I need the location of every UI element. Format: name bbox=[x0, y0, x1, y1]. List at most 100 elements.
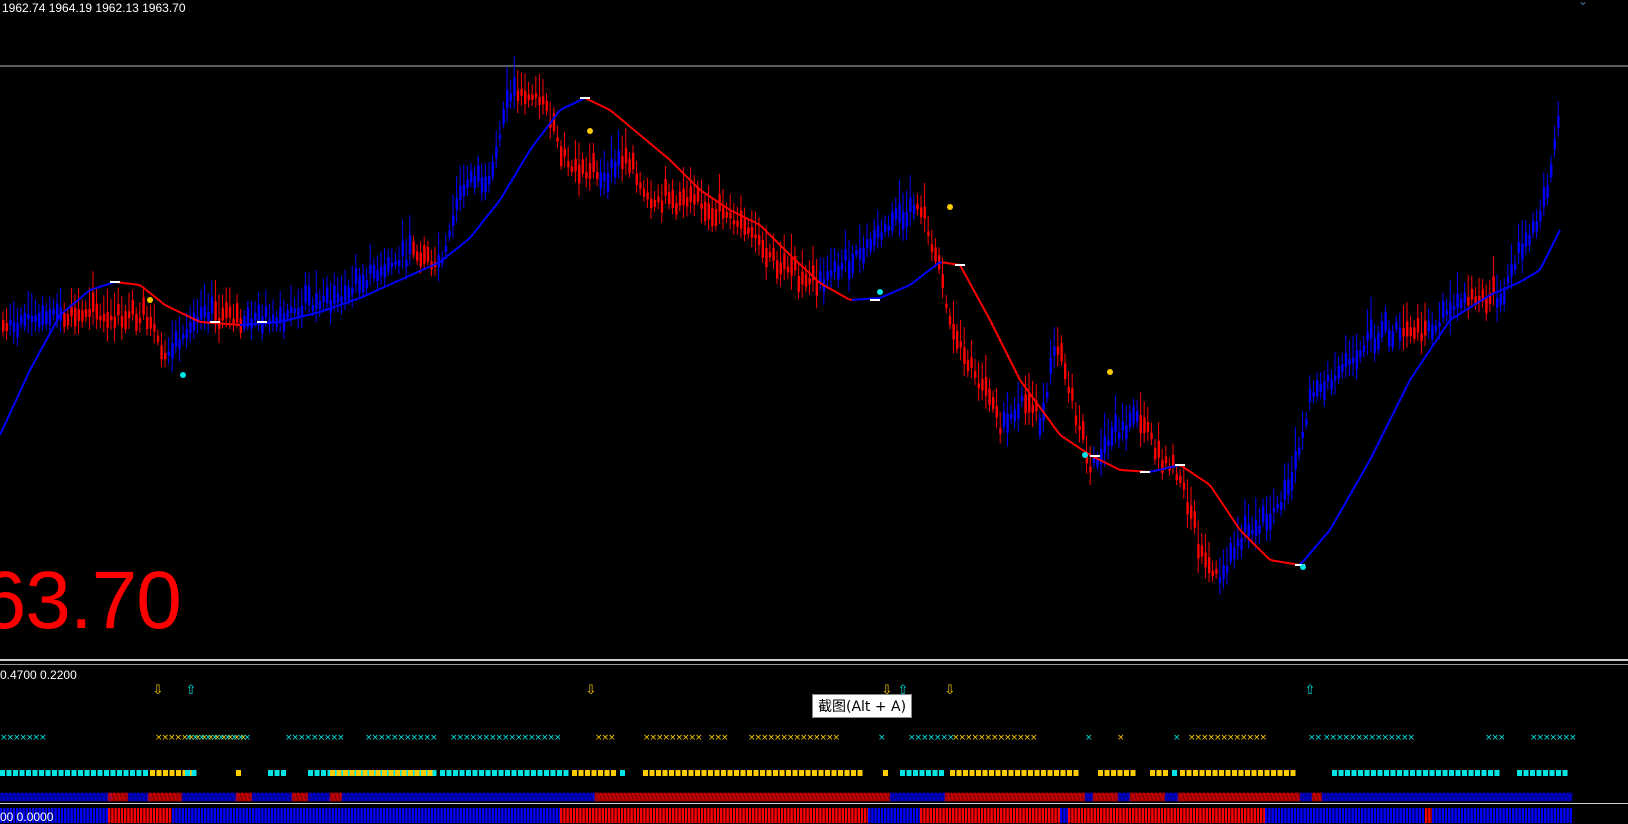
screenshot-tooltip: 截图(Alt + A) bbox=[812, 694, 912, 718]
ma-segment bbox=[927, 270, 930, 272]
histogram-bar bbox=[527, 808, 529, 823]
histogram-bar bbox=[936, 808, 938, 823]
histogram-bar bbox=[1297, 808, 1299, 823]
signal-dot bbox=[1107, 369, 1113, 375]
price-chart[interactable] bbox=[0, 0, 1628, 660]
ma-segment bbox=[303, 316, 306, 317]
histogram-bar bbox=[1074, 808, 1076, 823]
histogram-bar bbox=[884, 808, 886, 823]
candle-body bbox=[1161, 460, 1163, 473]
square-marker bbox=[1265, 770, 1270, 776]
square-marker bbox=[1271, 770, 1276, 776]
ma-segment bbox=[1173, 466, 1176, 467]
ma-segment bbox=[1338, 511, 1341, 516]
histogram-bar bbox=[207, 808, 209, 823]
candle-body bbox=[1006, 414, 1008, 433]
candle-body bbox=[1359, 350, 1361, 357]
ma-segment bbox=[567, 105, 570, 106]
square-marker bbox=[330, 770, 335, 776]
candle-body bbox=[1413, 327, 1415, 339]
square-marker bbox=[1291, 770, 1296, 776]
candle-body bbox=[531, 94, 533, 100]
ma-segment bbox=[309, 314, 312, 315]
candle-body bbox=[398, 260, 400, 266]
histogram-bar bbox=[1442, 808, 1444, 823]
histogram-bar bbox=[1241, 808, 1243, 823]
histogram-bar bbox=[1393, 808, 1395, 823]
ma-segment bbox=[432, 264, 435, 265]
ma-segment bbox=[1317, 542, 1320, 546]
square-marker bbox=[939, 770, 944, 776]
ma-segment bbox=[144, 288, 147, 290]
square-marker bbox=[676, 770, 681, 776]
square-marker bbox=[460, 770, 465, 776]
candle-body bbox=[16, 323, 18, 337]
ma-segment bbox=[534, 141, 537, 145]
histogram-bar bbox=[338, 808, 340, 823]
ma-segment bbox=[1359, 474, 1362, 479]
square-marker bbox=[728, 770, 733, 776]
histogram-bar bbox=[242, 808, 244, 823]
histogram-bar bbox=[1480, 808, 1482, 823]
histogram-bar bbox=[230, 808, 232, 823]
candle-body bbox=[175, 331, 177, 346]
x-marker: × bbox=[608, 733, 616, 743]
candle-body bbox=[834, 261, 836, 271]
histogram-bar bbox=[121, 808, 123, 823]
histogram-bar bbox=[1110, 808, 1112, 823]
ma-segment bbox=[417, 271, 420, 272]
candle-body bbox=[1287, 479, 1289, 495]
panel-divider-2[interactable] bbox=[0, 803, 1628, 804]
histogram-bar bbox=[1371, 808, 1373, 823]
ma-segment bbox=[387, 285, 390, 286]
histogram-bar bbox=[624, 808, 626, 823]
ma-segment bbox=[453, 249, 456, 251]
indicator-panel[interactable]: ⇩⇩⇩⇩⇧⇧⇧×××××××××××××××××××××××××××××××××… bbox=[0, 660, 1628, 805]
histogram-bar bbox=[733, 808, 735, 823]
candle-body bbox=[664, 179, 666, 196]
ma-segment bbox=[333, 306, 336, 307]
square-marker bbox=[408, 770, 413, 776]
square-marker bbox=[402, 770, 407, 776]
histogram-bar bbox=[90, 808, 92, 823]
ma-segment bbox=[1200, 478, 1203, 480]
candle-body bbox=[952, 324, 954, 340]
square-marker bbox=[747, 770, 752, 776]
arrow-down-icon: ⇩ bbox=[945, 683, 956, 698]
chevron-down-icon[interactable]: ⌄ bbox=[1578, 0, 1588, 8]
candle-body bbox=[1539, 211, 1541, 221]
histogram-bar bbox=[312, 808, 314, 823]
histogram-bar bbox=[328, 808, 330, 823]
square-marker bbox=[1456, 770, 1461, 776]
ma-segment bbox=[1230, 515, 1233, 520]
ma-segment bbox=[1353, 485, 1356, 490]
square-marker bbox=[308, 770, 313, 776]
histogram-bar bbox=[829, 808, 831, 823]
candle-body bbox=[819, 271, 821, 283]
ma-segment bbox=[966, 276, 969, 282]
histogram-bar bbox=[662, 808, 664, 823]
histogram-bar bbox=[1234, 808, 1236, 823]
candle-body bbox=[945, 304, 947, 309]
histogram-bar bbox=[887, 808, 889, 823]
candle-body bbox=[1132, 407, 1134, 423]
ma-segment bbox=[1278, 561, 1281, 562]
ma-segment bbox=[1383, 428, 1386, 434]
ma-segment bbox=[642, 137, 645, 140]
histogram-bar bbox=[749, 808, 751, 823]
square-marker bbox=[1131, 770, 1136, 776]
histogram-bar bbox=[360, 808, 362, 823]
ma-segment bbox=[597, 104, 600, 105]
ma-segment bbox=[1548, 248, 1551, 254]
histogram-bar bbox=[492, 808, 494, 823]
square-marker bbox=[1495, 770, 1500, 776]
candle-body bbox=[1273, 508, 1275, 512]
histogram-bar bbox=[1432, 808, 1434, 823]
histogram-panel[interactable] bbox=[0, 806, 1628, 823]
ma-segment bbox=[528, 149, 531, 154]
histogram-values: 00 0.0000 bbox=[0, 810, 53, 824]
candle-body bbox=[236, 303, 238, 322]
histogram-bar bbox=[598, 808, 600, 823]
ma-segment bbox=[1254, 544, 1257, 547]
candle-body bbox=[1075, 416, 1077, 426]
